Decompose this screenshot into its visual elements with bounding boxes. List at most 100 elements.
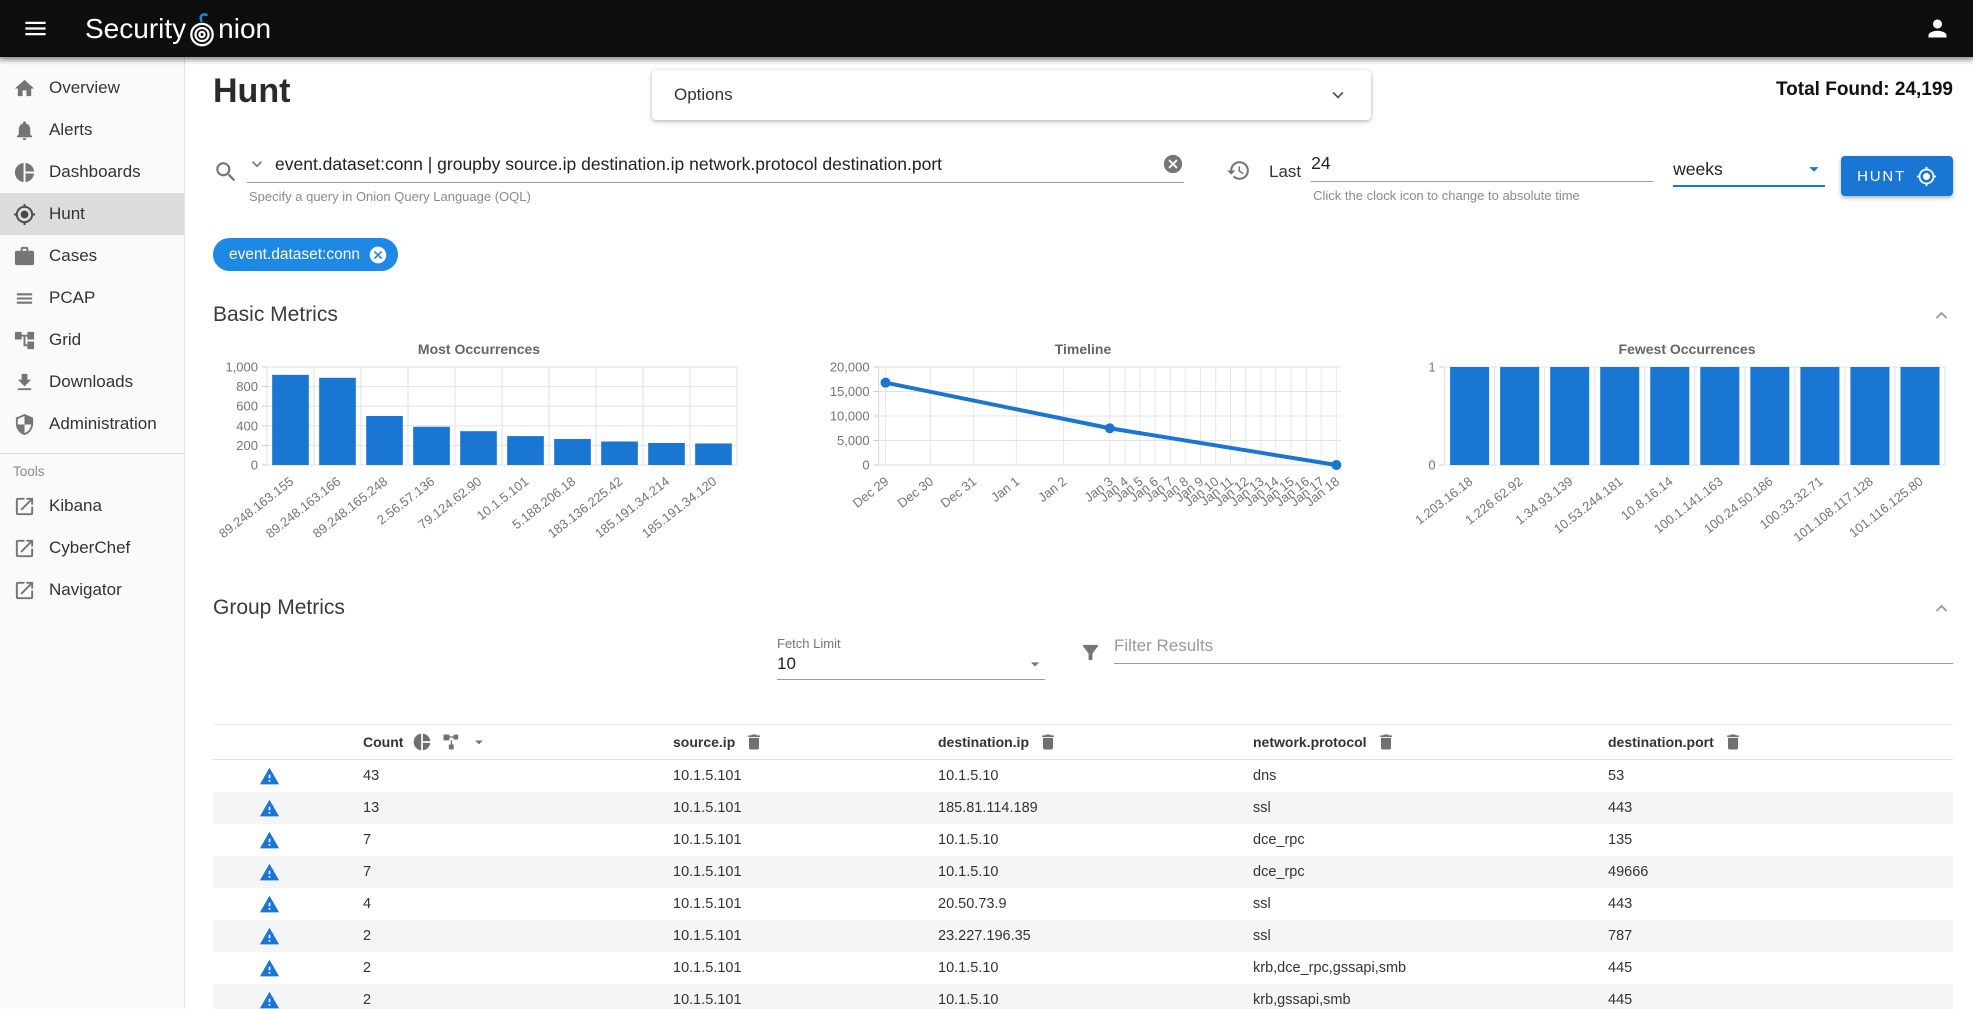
warning-icon[interactable]: [259, 830, 280, 851]
total-found: Total Found: 24,199: [1776, 79, 1953, 101]
chart-title: Timeline: [817, 341, 1349, 357]
svg-text:5,000: 5,000: [837, 433, 870, 448]
table-cell: 13: [363, 800, 673, 816]
chevron-down-icon: [1327, 84, 1349, 106]
time-duration-input[interactable]: [1311, 153, 1653, 174]
top-app-bar: Security nion: [0, 0, 1973, 57]
sidebar-item-navigator[interactable]: Navigator: [0, 569, 184, 611]
trash-icon[interactable]: [1376, 732, 1396, 752]
svg-text:Dec 31: Dec 31: [938, 474, 980, 511]
svg-text:1: 1: [1428, 360, 1435, 375]
table-row[interactable]: 710.1.5.10110.1.5.10dce_rpc49666: [213, 856, 1953, 888]
table-cell: ssl: [1253, 928, 1608, 944]
sidebar-item-label: Navigator: [49, 580, 122, 600]
table-row[interactable]: 210.1.5.10110.1.5.10krb,dce_rpc,gssapi,s…: [213, 952, 1953, 984]
sidebar-item-label: Cases: [49, 246, 97, 266]
pie-chart-icon[interactable]: [412, 732, 432, 752]
table-cell: 20.50.73.9: [938, 896, 1253, 912]
options-panel-toggle[interactable]: Options: [652, 70, 1371, 120]
basic-metrics-title: Basic Metrics: [213, 303, 338, 327]
options-label: Options: [674, 85, 733, 105]
warning-icon[interactable]: [259, 862, 280, 883]
warning-icon[interactable]: [259, 894, 280, 915]
query-input[interactable]: [275, 154, 1152, 175]
warning-icon[interactable]: [259, 766, 280, 787]
dropdown-icon[interactable]: [470, 733, 488, 751]
column-header-source-ip[interactable]: source.ip: [673, 732, 938, 752]
remove-filter-icon[interactable]: [368, 245, 388, 265]
table-row[interactable]: 1310.1.5.101185.81.114.189ssl443: [213, 792, 1953, 824]
most-occurrences-chart[interactable]: Most Occurrences 1,000800600400200089.24…: [213, 341, 745, 564]
total-found-label: Total Found:: [1776, 79, 1890, 100]
sidebar-item-alerts[interactable]: Alerts: [0, 109, 184, 151]
sidebar-item-grid[interactable]: Grid: [0, 319, 184, 361]
trash-icon[interactable]: [1038, 732, 1058, 752]
filter-chip[interactable]: event.dataset:conn: [213, 238, 398, 271]
table-row[interactable]: 410.1.5.10120.50.73.9ssl443: [213, 888, 1953, 920]
table-row[interactable]: 4310.1.5.10110.1.5.10dns53: [213, 760, 1953, 792]
sidebar-item-dashboards[interactable]: Dashboards: [0, 151, 184, 193]
group-metrics-table: Countsource.ipdestination.ipnetwork.prot…: [213, 724, 1953, 1009]
sidebar-item-administration[interactable]: Administration: [0, 403, 184, 445]
pie-chart-icon: [13, 161, 36, 184]
fewest-occurrences-chart[interactable]: Fewest Occurrences 101.203.16.181.226.62…: [1421, 341, 1953, 564]
warning-icon[interactable]: [259, 926, 280, 947]
trash-icon[interactable]: [744, 732, 764, 752]
svg-text:15,000: 15,000: [830, 384, 870, 399]
table-cell: 7: [363, 832, 673, 848]
table-cell: 10.1.5.10: [938, 832, 1253, 848]
sidebar-item-kibana[interactable]: Kibana: [0, 485, 184, 527]
filter-results-input[interactable]: [1114, 636, 1953, 656]
collapse-basic-metrics-icon[interactable]: [1930, 304, 1953, 327]
shield-icon: [13, 413, 36, 436]
warning-icon[interactable]: [259, 798, 280, 819]
sidebar-item-label: Overview: [49, 78, 120, 98]
column-header-Count[interactable]: Count: [363, 732, 673, 752]
warning-icon[interactable]: [259, 958, 280, 979]
table-cell: 10.1.5.10: [938, 768, 1253, 784]
groupby-icon[interactable]: [441, 732, 461, 752]
relative-time-clock-icon[interactable]: [1226, 158, 1251, 183]
fetch-limit-select[interactable]: 10: [777, 654, 1045, 680]
timeline-chart[interactable]: Timeline 20,00015,00010,0005,0000Dec 29D…: [817, 341, 1349, 564]
sidebar-item-label: Hunt: [49, 204, 85, 224]
sidebar-item-label: Alerts: [49, 120, 92, 140]
fetch-limit-value: 10: [777, 654, 796, 674]
sidebar-item-label: Downloads: [49, 372, 133, 392]
time-unit-value: weeks: [1673, 159, 1723, 180]
trash-icon[interactable]: [1723, 732, 1743, 752]
query-history-dropdown-icon[interactable]: [247, 154, 267, 174]
sidebar-item-cyberchef[interactable]: CyberChef: [0, 527, 184, 569]
sidebar-item-overview[interactable]: Overview: [0, 67, 184, 109]
user-account-icon[interactable]: [1924, 15, 1951, 42]
table-row[interactable]: 710.1.5.10110.1.5.10dce_rpc135: [213, 824, 1953, 856]
column-header-destination-port[interactable]: destination.port: [1608, 732, 1953, 752]
hunt-button[interactable]: HUNT: [1841, 156, 1953, 196]
sidebar-divider: [0, 453, 184, 454]
time-unit-select[interactable]: weeks: [1673, 153, 1825, 187]
table-cell: 7: [363, 864, 673, 880]
warning-icon[interactable]: [259, 990, 280, 1009]
sidebar-item-cases[interactable]: Cases: [0, 235, 184, 277]
app-logo: Security nion: [85, 11, 271, 47]
column-header-destination-ip[interactable]: destination.ip: [938, 732, 1253, 752]
clear-query-icon[interactable]: [1162, 153, 1184, 175]
svg-text:Dec 29: Dec 29: [850, 474, 892, 511]
table-row[interactable]: 210.1.5.10110.1.5.10krb,gssapi,smb445: [213, 984, 1953, 1009]
table-row[interactable]: 210.1.5.10123.227.196.35ssl787: [213, 920, 1953, 952]
briefcase-icon: [13, 245, 36, 268]
external-link-icon: [13, 495, 36, 518]
sidebar-item-pcap[interactable]: PCAP: [0, 277, 184, 319]
sidebar-item-hunt[interactable]: Hunt: [0, 193, 184, 235]
sidebar-item-label: Dashboards: [49, 162, 141, 182]
svg-text:20,000: 20,000: [830, 360, 870, 375]
column-header-network-protocol[interactable]: network.protocol: [1253, 732, 1608, 752]
table-cell: 10.1.5.101: [673, 864, 938, 880]
menu-icon[interactable]: [22, 15, 49, 42]
table-cell: 2: [363, 928, 673, 944]
sidebar-item-label: PCAP: [49, 288, 95, 308]
search-icon[interactable]: [213, 159, 239, 185]
svg-text:Jan 1: Jan 1: [988, 474, 1022, 505]
sidebar-item-downloads[interactable]: Downloads: [0, 361, 184, 403]
collapse-group-metrics-icon[interactable]: [1930, 597, 1953, 620]
